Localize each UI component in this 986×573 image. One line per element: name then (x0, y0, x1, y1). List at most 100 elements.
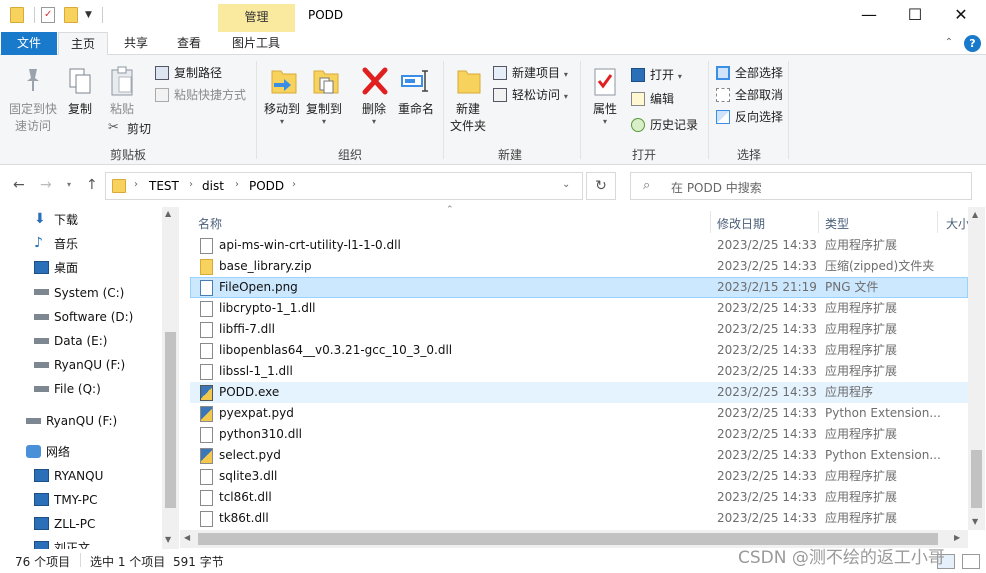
file-type: Python Extension... (825, 406, 941, 420)
sidebar-item-drive-q[interactable]: File (Q:) (34, 378, 101, 400)
minimize-button[interactable]: — (846, 0, 892, 32)
recent-locations-icon[interactable]: ▾ (67, 180, 71, 189)
sidebar-item-computer[interactable]: 刘正文 (34, 537, 90, 549)
file-row[interactable]: api-ms-win-crt-utility-l1-1-0.dll 2023/2… (190, 235, 968, 256)
breadcrumb-dist[interactable]: dist (202, 179, 224, 193)
file-row-hovered[interactable]: PODD.exe 2023/2/25 14:33 应用程序 (190, 382, 968, 403)
file-row-selected[interactable]: FileOpen.png 2023/2/15 21:19 PNG 文件 (190, 277, 968, 298)
column-header-type[interactable]: 类型 (825, 215, 849, 232)
edit-button[interactable]: 编辑 (631, 89, 674, 109)
chevron-right-icon: › (235, 179, 239, 190)
properties-dropdown-icon[interactable]: ▾ (588, 113, 622, 130)
move-to-dropdown-icon[interactable]: ▾ (262, 113, 302, 130)
move-to-icon (270, 65, 298, 99)
sidebar-item-network[interactable]: 网络 (26, 441, 70, 463)
sidebar-item-desktop[interactable]: 桌面 (34, 257, 78, 279)
file-row[interactable]: python310.dll 2023/2/25 14:33 应用程序扩展 (190, 424, 968, 445)
scroll-left-icon[interactable]: ◀ (184, 533, 190, 542)
up-icon[interactable]: ↑ (86, 177, 98, 193)
sidebar-item-drive-f[interactable]: RyanQU (F:) (34, 354, 125, 376)
scroll-down-icon[interactable]: ▼ (972, 517, 978, 526)
column-header-modified[interactable]: 修改日期 (717, 215, 765, 232)
select-all-button[interactable]: 全部选择 (716, 63, 783, 83)
search-input[interactable]: ⌕ 在 PODD 中搜索 (630, 172, 972, 200)
sidebar-item-drive-d[interactable]: Software (D:) (34, 306, 133, 328)
refresh-icon[interactable]: ↻ (586, 172, 616, 200)
scroll-down-icon[interactable]: ▼ (165, 535, 171, 544)
back-icon[interactable]: ← (13, 177, 25, 193)
file-date: 2023/2/25 14:33 (717, 490, 817, 504)
file-row[interactable]: pyexpat.pyd 2023/2/25 14:33 Python Exten… (190, 403, 968, 424)
file-name: FileOpen.png (219, 280, 298, 294)
file-row[interactable]: tk86t.dll 2023/2/25 14:33 应用程序扩展 (190, 508, 968, 529)
tab-view[interactable]: 查看 (166, 32, 212, 55)
paste-shortcut-label: 粘贴快捷方式 (174, 88, 247, 102)
easy-access-button[interactable]: 轻松访问 ▾ (493, 85, 568, 105)
scrollbar-thumb[interactable] (971, 450, 982, 508)
close-button[interactable]: ✕ (938, 0, 984, 32)
copy-button[interactable]: 复制 (64, 101, 96, 118)
status-selection: 选中 1 个项目 (90, 555, 166, 569)
tab-home[interactable]: 主页 (58, 32, 108, 56)
open-button[interactable]: 打开 ▾ (631, 65, 682, 85)
sidebar-item-drive-f-root[interactable]: RyanQU (F:) (26, 410, 117, 432)
sidebar-item-ryanqu[interactable]: RYANQU (34, 465, 103, 487)
tab-share[interactable]: 共享 (112, 32, 160, 55)
copy-to-dropdown-icon[interactable]: ▾ (304, 113, 344, 130)
new-item-button[interactable]: 新建项目 ▾ (493, 63, 568, 83)
scroll-up-icon[interactable]: ▲ (165, 209, 171, 218)
column-header-name[interactable]: 名称 (198, 215, 222, 232)
column-header-size[interactable]: 大小 (946, 215, 970, 232)
file-list-vertical-scrollbar[interactable]: ▲ ▼ (968, 207, 985, 530)
paste-shortcut-button[interactable]: 粘贴快捷方式 (155, 85, 246, 105)
pin-quick-access-button[interactable]: 固定到快 速访问 (4, 101, 62, 135)
sidebar-scrollbar[interactable]: ▲ ▼ (162, 207, 179, 549)
sidebar-item-tmy-pc[interactable]: TMY-PC (34, 489, 98, 511)
select-none-button[interactable]: 全部取消 (716, 85, 783, 105)
collapse-ribbon-icon[interactable]: ⌃ (942, 32, 956, 55)
history-button[interactable]: 历史记录 (631, 115, 698, 135)
new-folder-quick-icon[interactable] (64, 7, 78, 23)
address-bar[interactable]: › TEST › dist › PODD › ⌄ (105, 172, 583, 200)
file-row[interactable]: libopenblas64__v0.3.21-gcc_10_3_0.dll 20… (190, 340, 968, 361)
tab-picture-tools[interactable]: 图片工具 (222, 32, 290, 55)
new-folder-button[interactable]: 新建 文件夹 (448, 101, 488, 135)
file-row[interactable]: libffi-7.dll 2023/2/25 14:33 应用程序扩展 (190, 319, 968, 340)
file-name: libopenblas64__v0.3.21-gcc_10_3_0.dll (219, 343, 453, 357)
file-row[interactable]: libssl-1_1.dll 2023/2/25 14:33 应用程序扩展 (190, 361, 968, 382)
file-row[interactable]: select.pyd 2023/2/25 14:33 Python Extens… (190, 445, 968, 466)
large-icons-view-icon[interactable] (962, 554, 980, 569)
select-all-label: 全部选择 (735, 66, 784, 80)
help-icon[interactable]: ? (964, 35, 981, 52)
scrollbar-thumb[interactable] (165, 332, 176, 508)
file-row[interactable]: base_library.zip 2023/2/25 14:33 压缩(zipp… (190, 256, 968, 277)
rename-button[interactable]: 重命名 (394, 101, 438, 118)
sidebar-item-music[interactable]: ♪ 音乐 (34, 233, 78, 255)
paste-button[interactable]: 粘贴 (106, 101, 138, 118)
file-type: 应用程序扩展 (825, 511, 898, 525)
scroll-right-icon[interactable]: ▶ (954, 533, 960, 542)
sidebar-item-drive-e[interactable]: Data (E:) (34, 330, 107, 352)
customize-quick-access-icon[interactable]: ▼ (85, 10, 99, 26)
open-dropdown-icon: ▾ (677, 72, 682, 81)
properties-check-icon[interactable]: ✓ (41, 7, 55, 23)
sidebar-item-downloads[interactable]: ⬇ 下载 (34, 209, 78, 231)
maximize-button[interactable]: ☐ (892, 0, 938, 32)
cut-button[interactable]: ✂ 剪切 (108, 119, 151, 139)
invert-selection-button[interactable]: 反向选择 (716, 107, 783, 127)
context-tab-manage[interactable]: 管理 (218, 4, 295, 32)
breadcrumb-test[interactable]: TEST (149, 179, 179, 193)
delete-dropdown-icon[interactable]: ▾ (356, 113, 392, 130)
address-dropdown-icon[interactable]: ⌄ (562, 179, 570, 190)
scroll-up-icon[interactable]: ▲ (972, 210, 978, 219)
copy-path-button[interactable]: 复制路径 (155, 63, 222, 83)
file-row[interactable]: sqlite3.dll 2023/2/25 14:33 应用程序扩展 (190, 466, 968, 487)
forward-icon[interactable]: → (40, 177, 52, 193)
file-row[interactable]: tcl86t.dll 2023/2/25 14:33 应用程序扩展 (190, 487, 968, 508)
sidebar-item-drive-c[interactable]: System (C:) (34, 282, 124, 304)
tab-file[interactable]: 文件 (1, 32, 57, 55)
chevron-right-icon[interactable]: › (292, 179, 296, 190)
breadcrumb-podd[interactable]: PODD (249, 179, 284, 193)
file-row[interactable]: libcrypto-1_1.dll 2023/2/25 14:33 应用程序扩展 (190, 298, 968, 319)
sidebar-item-zll-pc[interactable]: ZLL-PC (34, 513, 95, 535)
